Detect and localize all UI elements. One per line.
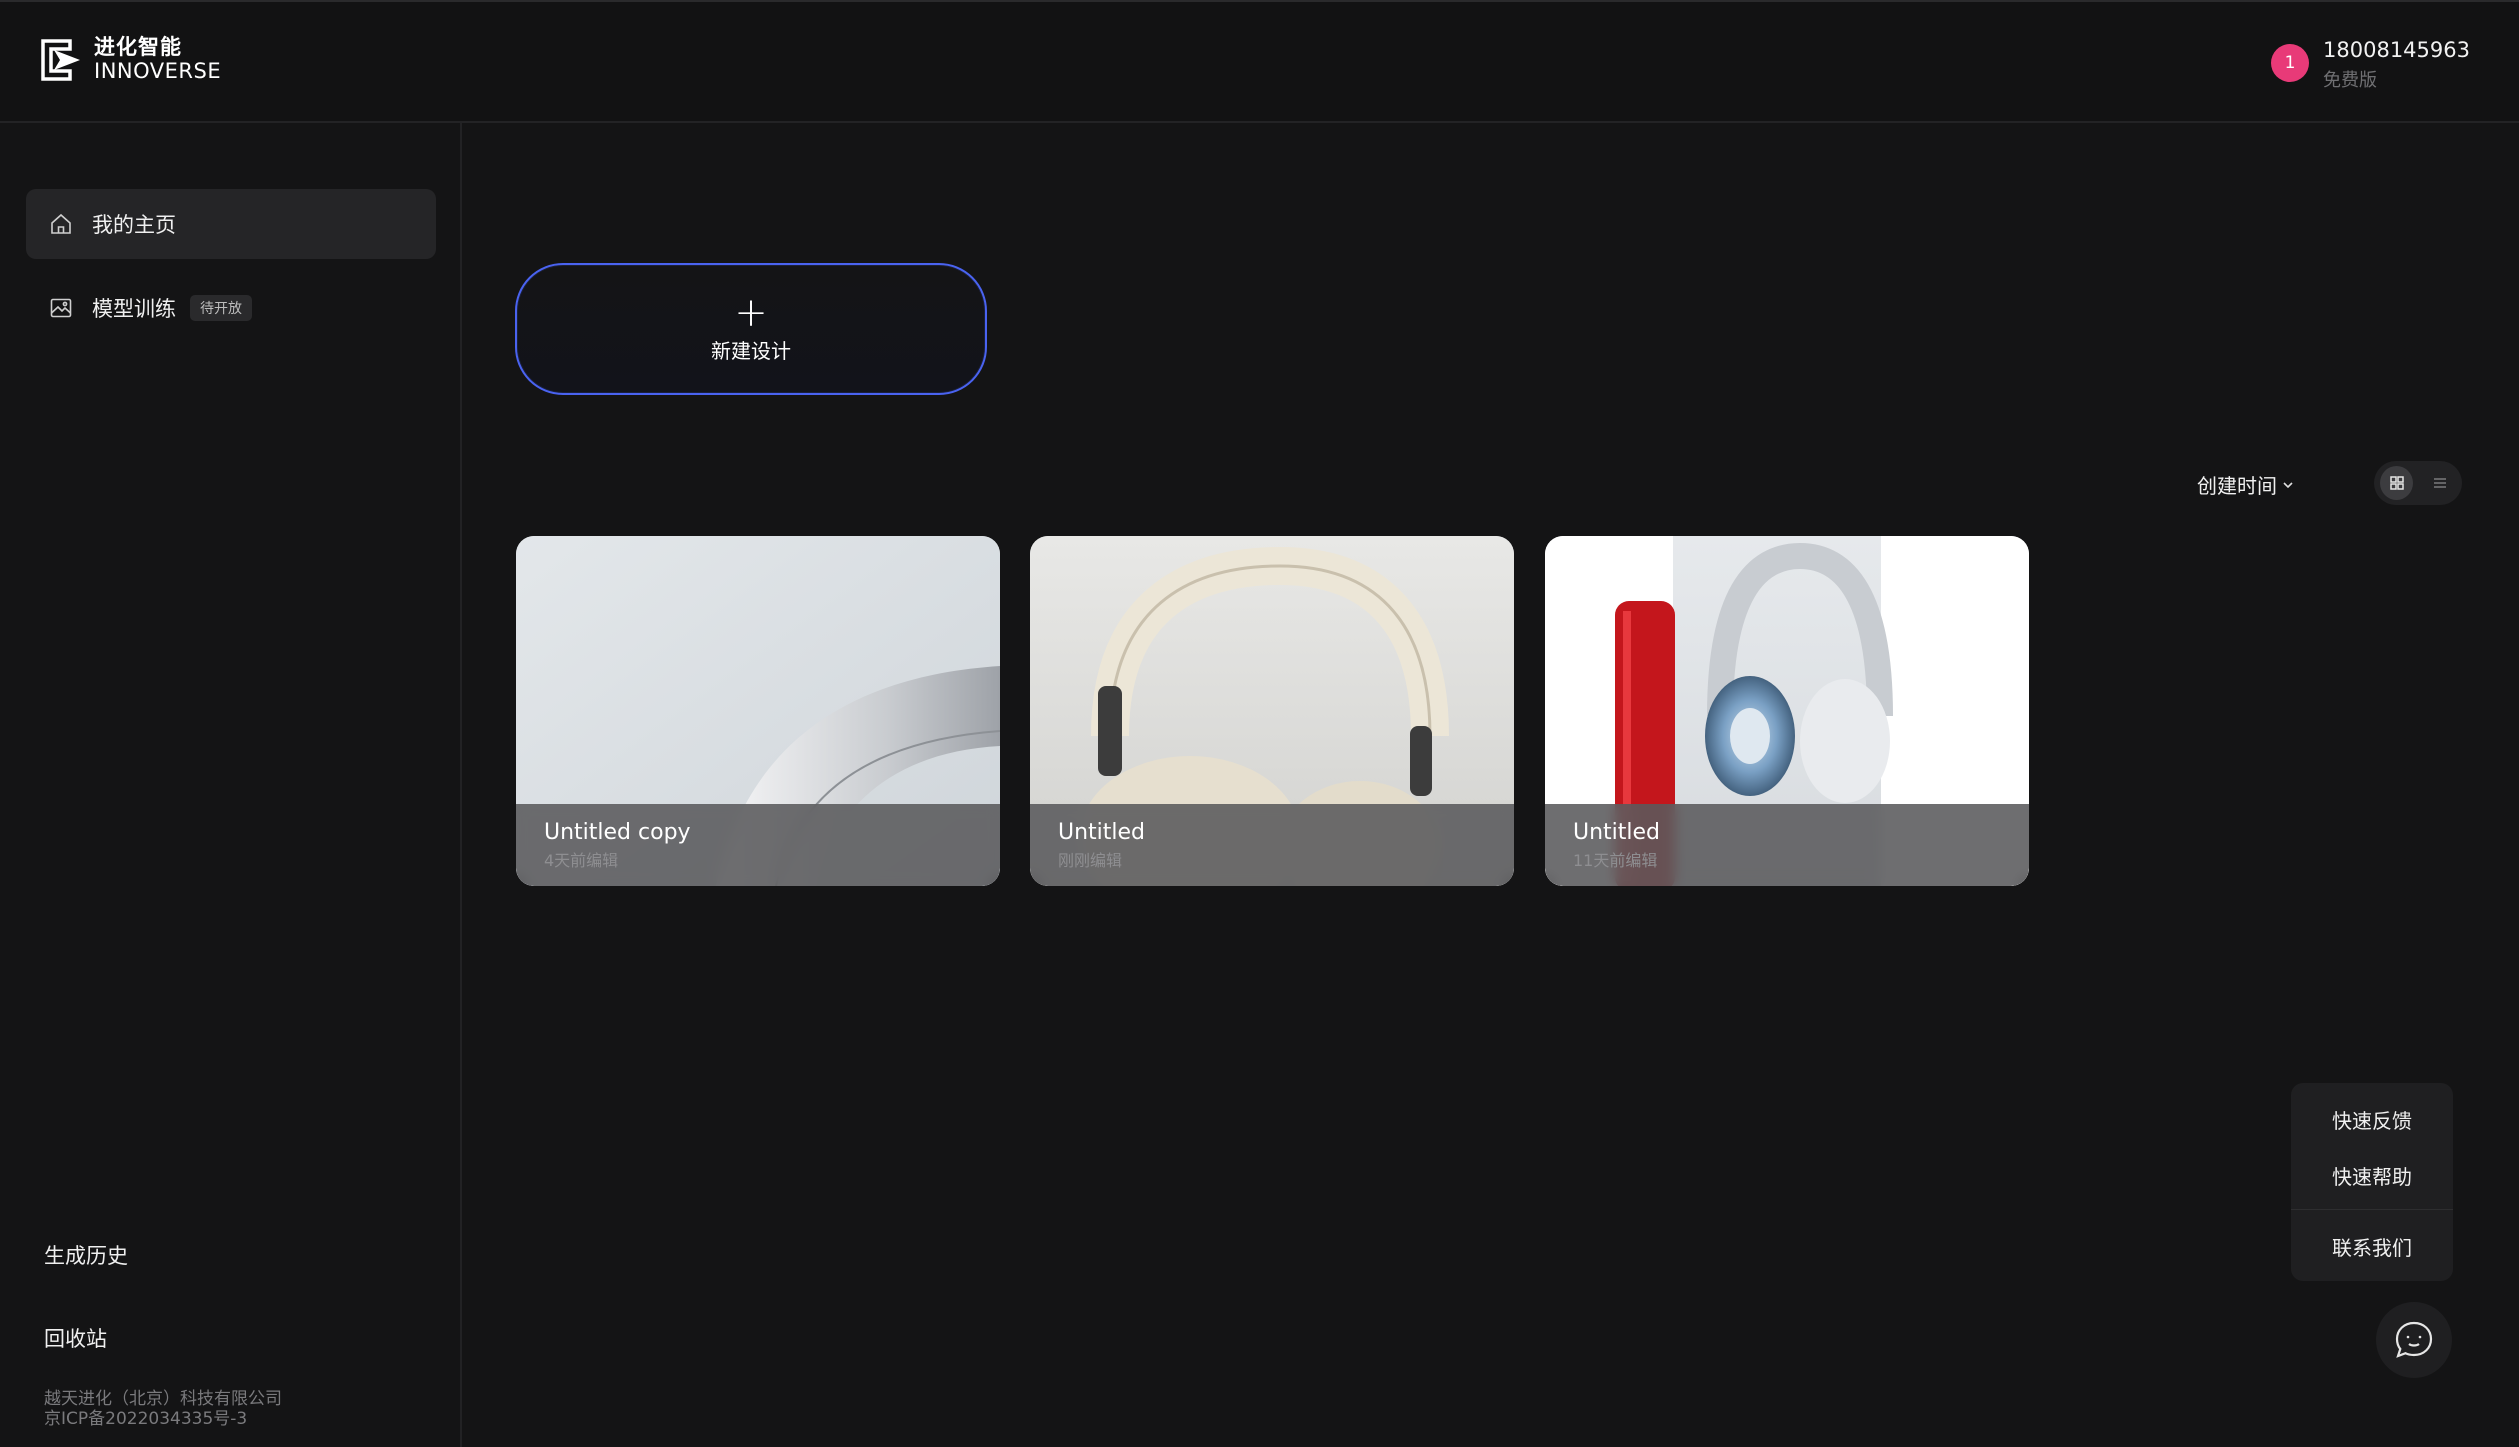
sidebar: 我的主页 模型训练 待开放 生成历史 回收站 越天进化（北京）科技有限公司 京I… <box>0 123 462 1447</box>
card-edited-time: 4天前编辑 <box>544 851 619 870</box>
card-meta: Untitled 刚刚编辑 <box>1030 804 1514 886</box>
user-menu[interactable]: 1 18008145963 免费版 <box>2271 38 2470 92</box>
sort-label: 创建时间 <box>2197 474 2277 498</box>
design-card[interactable]: Untitled copy 4天前编辑 <box>516 536 1000 886</box>
home-icon <box>48 211 74 237</box>
plus-icon: + <box>734 289 768 336</box>
list-view-button[interactable] <box>2423 466 2456 500</box>
design-card[interactable]: Untitled 刚刚编辑 <box>1030 536 1514 886</box>
help-menu: 快速反馈 快速帮助 联系我们 <box>2291 1083 2453 1281</box>
generation-history-link[interactable]: 生成历史 <box>44 1240 128 1270</box>
new-design-label: 新建设计 <box>711 338 791 363</box>
sidebar-item-label: 我的主页 <box>92 213 176 237</box>
sidebar-item-model-training[interactable]: 模型训练 待开放 <box>26 273 436 343</box>
view-toggle <box>2374 461 2462 505</box>
top-header: 进化智能 INNOVERSE 1 18008145963 免费版 <box>0 0 2519 123</box>
avatar[interactable]: 1 <box>2271 44 2310 82</box>
design-card[interactable]: Untitled 11天前编辑 <box>1545 536 2029 886</box>
grid-view-button[interactable] <box>2380 466 2413 500</box>
chat-bubble-icon <box>2395 1321 2433 1358</box>
logo-cn-text: 进化智能 <box>94 35 182 59</box>
divider <box>2291 1209 2453 1210</box>
icp-license-link[interactable]: 京ICP备2022034335号-3 <box>44 1409 247 1429</box>
company-name: 越天进化（北京）科技有限公司 <box>44 1389 282 1409</box>
recycle-bin-link[interactable]: 回收站 <box>44 1323 107 1353</box>
card-edited-time: 11天前编辑 <box>1573 851 1658 870</box>
card-title: Untitled <box>1058 820 1146 845</box>
sort-dropdown[interactable]: 创建时间 <box>2197 470 2295 499</box>
image-frame-icon <box>48 295 74 321</box>
card-meta: Untitled copy 4天前编辑 <box>516 804 1000 886</box>
card-title: Untitled copy <box>544 820 691 845</box>
chat-button[interactable] <box>2376 1302 2452 1378</box>
card-title: Untitled <box>1573 820 1661 845</box>
logo-en-text: INNOVERSE <box>94 59 222 83</box>
logo[interactable]: 进化智能 INNOVERSE <box>40 37 221 82</box>
new-design-button[interactable]: + 新建设计 <box>515 263 987 395</box>
sidebar-item-label: 模型训练 <box>92 297 176 321</box>
card-edited-time: 刚刚编辑 <box>1058 851 1123 870</box>
chevron-down-icon <box>2283 481 2293 488</box>
sidebar-item-home[interactable]: 我的主页 <box>26 189 436 259</box>
card-meta: Untitled 11天前编辑 <box>1545 804 2029 886</box>
list-icon <box>2433 478 2446 488</box>
user-plan: 免费版 <box>2323 70 2378 91</box>
quick-feedback-button[interactable]: 快速反馈 <box>2291 1105 2453 1134</box>
user-phone: 18008145963 <box>2323 38 2470 62</box>
quick-help-button[interactable]: 快速帮助 <box>2291 1161 2453 1190</box>
logo-mark-icon <box>41 38 80 81</box>
status-badge: 待开放 <box>190 295 252 321</box>
contact-us-button[interactable]: 联系我们 <box>2291 1232 2453 1261</box>
grid-icon <box>2389 476 2404 490</box>
